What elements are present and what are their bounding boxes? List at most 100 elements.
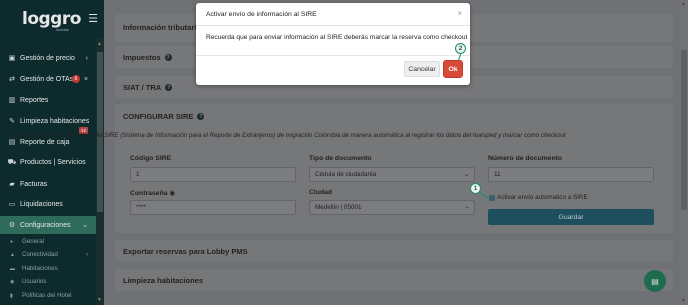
panel-title-text: CONFIGURAR SIRE	[123, 112, 194, 121]
numero-documento-value: 11	[494, 171, 501, 178]
cancel-button[interactable]: Cancelar	[404, 61, 440, 77]
panel-title: Información tributaria	[123, 23, 201, 32]
signal-icon: ▲	[10, 251, 15, 258]
close-icon[interactable]: ×	[457, 9, 462, 18]
sire-description: Diligenciamiento automático del SIRE (Si…	[15, 132, 566, 139]
chevron-down-icon: ⌄	[82, 222, 88, 229]
eye-icon[interactable]: ◉	[169, 190, 175, 197]
numero-documento-label: Número de documento	[488, 155, 563, 162]
guardar-button[interactable]: Guardar	[488, 209, 654, 225]
panel-title-text: SIAT / TRA	[123, 83, 162, 92]
password-value: ****	[136, 204, 146, 211]
scroll-up-icon[interactable]: ▲	[681, 1, 686, 7]
cart-icon: ⛟	[7, 158, 17, 166]
logo-text: loggro	[22, 9, 81, 29]
sidebar-item-label: Productos | Servicios	[20, 158, 86, 166]
panel-limpieza[interactable]: Limpieza habitaciones	[115, 269, 673, 291]
codigo-sire-value: 1	[136, 171, 140, 178]
panel-title-text: Impuestos	[123, 53, 161, 62]
numero-documento-input[interactable]: 11	[488, 167, 654, 182]
hamburger-menu-icon[interactable]: ☰	[88, 12, 98, 25]
sidebar-subitem-habitaciones[interactable]: ▬ Habitaciones	[0, 262, 96, 275]
chevron-down-icon: –	[465, 204, 469, 211]
sidebar-item-gestion-otas[interactable]: ⇄ Gestión de OTAs 6 ×	[0, 70, 96, 88]
sidebar-item-configuraciones[interactable]: ⚙ Configuraciones ⌄	[0, 216, 96, 234]
chat-icon: ▤	[651, 276, 659, 286]
panel-title: CONFIGURAR SIRE?	[123, 112, 205, 121]
password-input[interactable]: ****	[130, 200, 296, 215]
sidebar-item-reportes[interactable]: ▥ Reportes	[0, 91, 96, 109]
sidebar-item-label: Limpieza habitaciones	[20, 117, 90, 125]
sidebar-item-gestion-precio[interactable]: ▣ Gestión de precio ‹	[0, 49, 96, 67]
users-icon: ◉	[10, 278, 15, 285]
main-scroll-thumb[interactable]	[681, 50, 687, 210]
tipo-documento-select[interactable]: Cédula de ciudadanía ⌄	[309, 167, 475, 182]
callout-two: 2	[455, 43, 466, 54]
ciudad-label: Ciudad	[309, 189, 333, 196]
sidebar-item-facturas[interactable]: ▰ Facturas	[0, 175, 96, 193]
sidebar-subitem-politicas[interactable]: ▮ Políticas del Hotel	[0, 289, 96, 302]
modal-title: Activar envío de información al SIRE	[206, 11, 317, 18]
dot-icon: ●	[10, 238, 14, 245]
ok-button[interactable]: Ok	[443, 60, 463, 78]
sidebar-subitem-label: Usuarios	[22, 278, 47, 285]
modal-divider	[196, 25, 470, 26]
help-icon: ?	[165, 84, 173, 91]
close-icon: ×	[83, 75, 88, 83]
sidebar-item-label: Configuraciones	[20, 221, 71, 229]
panel-title: Limpieza habitaciones	[123, 276, 204, 285]
gear-icon: ⚙	[8, 222, 16, 229]
scroll-down-icon[interactable]: ▼	[97, 297, 102, 303]
sidebar-subitem-label: Habitaciones	[22, 265, 58, 272]
sidebar-subitem-label: Políticas del Hotel	[22, 292, 72, 299]
codigo-sire-label: Código SIRE	[130, 155, 172, 162]
sidebar-scrollbar[interactable]: ▲ ▼	[96, 38, 104, 305]
sire-auto-checkbox[interactable]	[489, 195, 495, 201]
sidebar: loggro restobar ☰ ▣ Gestión de precio ‹ …	[0, 0, 104, 305]
help-icon: ?	[164, 54, 172, 61]
password-label-text: Contraseña	[130, 190, 168, 197]
scroll-up-icon[interactable]: ▲	[97, 41, 102, 47]
sidebar-item-label: Facturas	[20, 180, 48, 188]
bed-icon: ▬	[10, 265, 15, 272]
panel-title: SIAT / TRA?	[123, 83, 173, 92]
modal-divider	[196, 55, 470, 56]
chevron-left-icon: ‹	[85, 251, 88, 258]
logo: loggro restobar ☰	[0, 0, 104, 38]
password-label: Contraseña ◉	[130, 189, 175, 197]
sidebar-subitem-label: Conectividad	[22, 251, 58, 258]
tipo-documento-value: Cédula de ciudadanía	[315, 171, 377, 178]
ciudad-value: Medellín | 05001	[315, 204, 362, 211]
panel-title: Exportar reservas para Lobby PMS	[123, 247, 248, 256]
chat-button[interactable]: ▤	[644, 270, 666, 292]
sidebar-item-productos[interactable]: ⛟ Productos | Servicios	[0, 153, 96, 171]
card-icon: ▭	[8, 201, 16, 208]
truck-icon: ▰	[9, 181, 15, 188]
money-icon: ▣	[8, 55, 16, 62]
sidebar-item-label: Gestión de OTAs	[20, 75, 74, 83]
panel-exportar-reservas[interactable]: Exportar reservas para Lobby PMS	[115, 240, 673, 262]
scroll-down-icon[interactable]: ▼	[681, 298, 686, 304]
sire-auto-checkbox-label: Activar envío automatico a SIRE	[497, 194, 588, 201]
sire-modal: Activar envío de información al SIRE × R…	[196, 3, 470, 85]
panel-title: Impuestos?	[123, 53, 172, 62]
sidebar-subitem-conectividad[interactable]: ▲ Conectividad ‹	[0, 248, 96, 261]
broom-icon: ✎	[9, 118, 15, 125]
sidebar-subitem-usuarios[interactable]: ◉ Usuarios	[0, 275, 96, 288]
exchange-icon: ⇄	[9, 76, 15, 83]
logo-subtitle: restobar	[56, 28, 69, 32]
chevron-down-icon: ⌄	[463, 172, 469, 178]
book-icon: ▮	[10, 292, 13, 299]
sidebar-item-label: Gestión de precio	[20, 54, 75, 62]
otas-badge: 6	[72, 75, 80, 83]
tipo-documento-label: Tipo de documento	[309, 155, 372, 162]
sidebar-item-liquidaciones[interactable]: ▭ Liquidaciones	[0, 195, 96, 213]
main-scrollbar[interactable]: ▲ ▼	[680, 0, 688, 305]
codigo-sire-input[interactable]: 1	[130, 167, 296, 182]
ciudad-select[interactable]: Medellín | 05001 –	[309, 200, 475, 215]
sidebar-subitem-general[interactable]: ● General	[0, 235, 96, 248]
modal-body: Recuerda que para enviar información al …	[206, 34, 468, 41]
help-icon: ?	[197, 113, 205, 120]
sidebar-subitem-label: General	[22, 238, 45, 245]
chart-icon: ▥	[8, 97, 16, 104]
